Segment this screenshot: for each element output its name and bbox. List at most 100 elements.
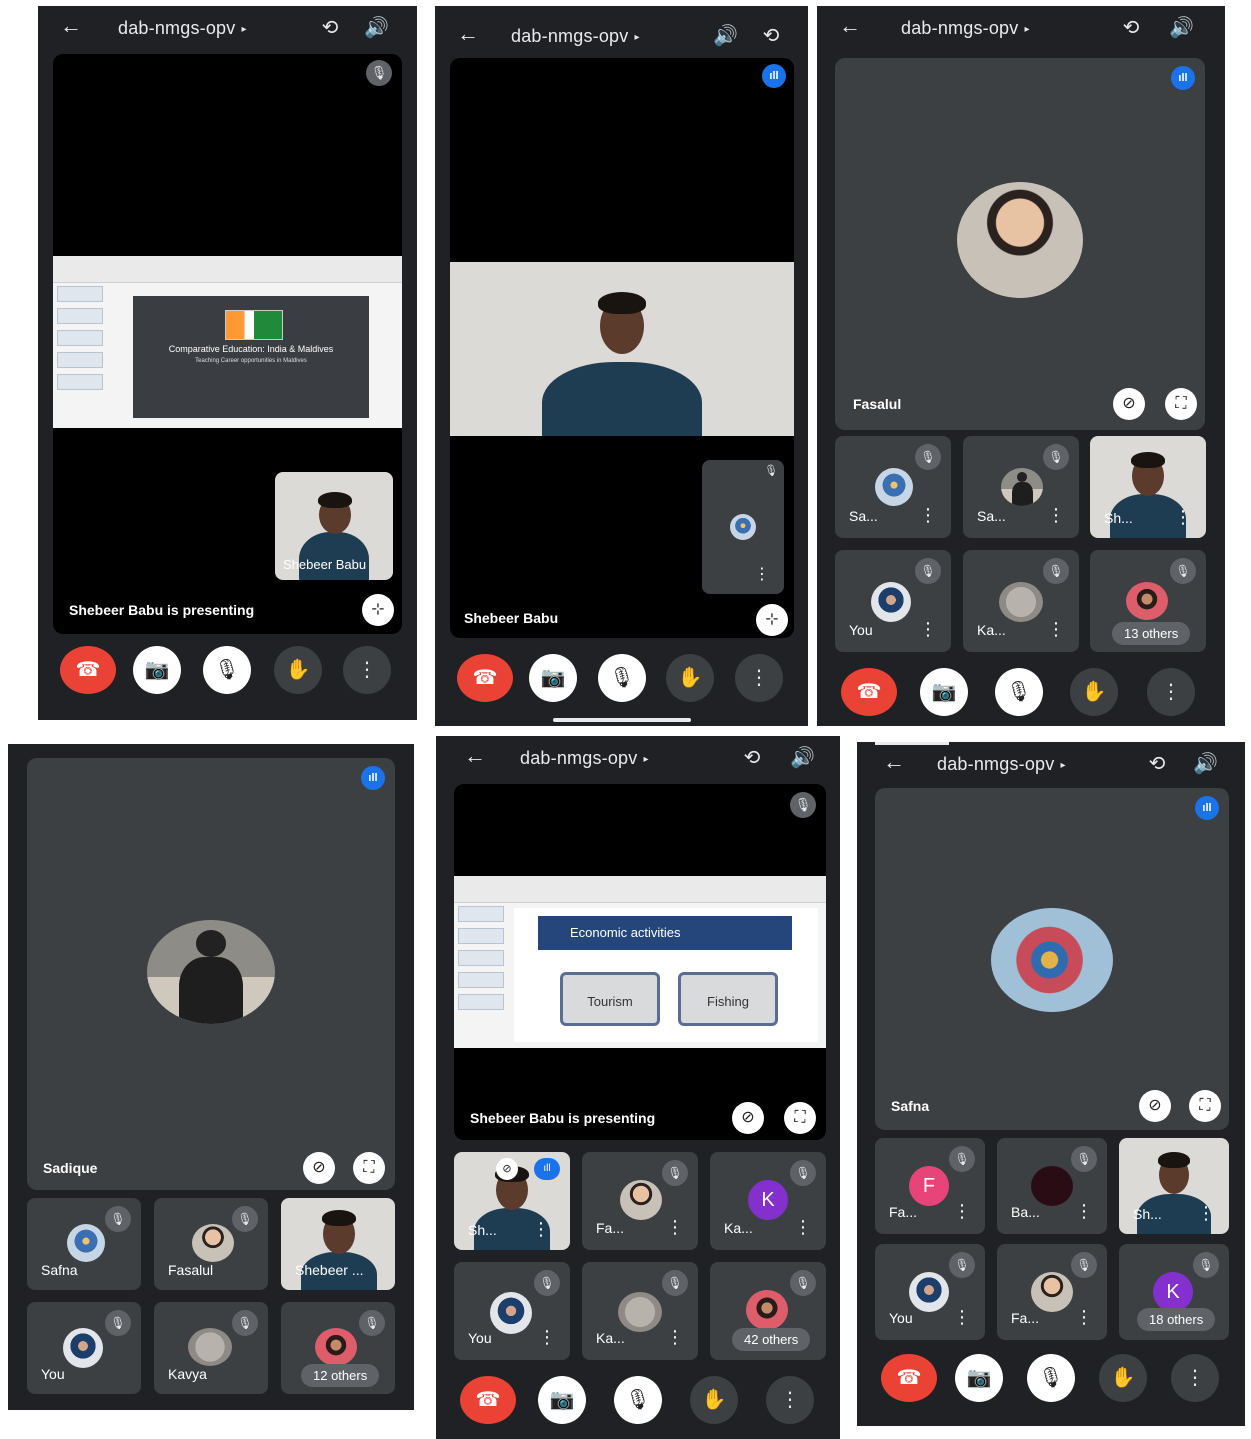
speaker-icon[interactable]: 🔊: [790, 746, 815, 770]
more-options-icon[interactable]: ⋮: [953, 1307, 971, 1328]
fullscreen-icon[interactable]: ⛶: [1165, 388, 1197, 420]
participant-tile[interactable]: 🎙 Sa... ⋮: [835, 436, 951, 538]
camera-off-button[interactable]: 📷: [133, 646, 181, 694]
more-options-icon[interactable]: ⋮: [794, 1217, 812, 1238]
others-tile[interactable]: 🎙 42 others: [710, 1262, 826, 1360]
camera-off-button[interactable]: 📷: [955, 1354, 1003, 1402]
unpin-icon[interactable]: ⊘: [732, 1102, 764, 1134]
more-options-icon[interactable]: ⋮: [538, 1327, 556, 1348]
more-options-icon[interactable]: ⋮: [532, 1219, 550, 1240]
mic-off-button[interactable]: 🎙: [614, 1376, 662, 1424]
more-options-icon[interactable]: ⋮: [1075, 1201, 1093, 1222]
exit-fullscreen-icon[interactable]: ⊹: [756, 604, 788, 636]
pinned-participant-stage[interactable]: ıll Sadique ⊘ ⛶: [27, 758, 395, 1190]
speaker-icon[interactable]: 🔊: [1169, 16, 1194, 40]
unpin-icon[interactable]: ⊘: [303, 1152, 335, 1184]
others-tile[interactable]: 🎙 12 others: [281, 1302, 395, 1394]
switch-camera-icon[interactable]: ⟲: [740, 746, 764, 770]
participant-tile[interactable]: 🎙 K Ka... ⋮: [710, 1152, 826, 1250]
end-call-button[interactable]: ☎: [881, 1354, 937, 1402]
participant-tile[interactable]: 🎙 Kavya: [154, 1302, 268, 1394]
participant-video-tile[interactable]: Sh... ⋮: [1090, 436, 1206, 538]
more-options-icon[interactable]: ⋮: [666, 1327, 684, 1348]
camera-off-button[interactable]: 📷: [529, 654, 577, 702]
back-arrow-icon[interactable]: ←: [464, 744, 486, 768]
more-options-icon[interactable]: ⋮: [919, 505, 937, 526]
fullscreen-icon[interactable]: ⛶: [784, 1102, 816, 1134]
camera-off-button[interactable]: 📷: [538, 1376, 586, 1424]
more-options-button[interactable]: ⋮: [766, 1376, 814, 1424]
switch-camera-icon[interactable]: ⟲: [1145, 752, 1169, 776]
presentation-stage[interactable]: 🎙 Comparative Education: India & Maldive…: [53, 54, 402, 634]
participant-tile[interactable]: 🎙 Ka... ⋮: [963, 550, 1079, 652]
raise-hand-button[interactable]: ✋: [274, 646, 322, 694]
participant-tile-self[interactable]: 🎙 You ⋮: [454, 1262, 570, 1360]
participant-tile-self[interactable]: 🎙 You ⋮: [835, 550, 951, 652]
fullscreen-icon[interactable]: ⛶: [353, 1152, 385, 1184]
end-call-button[interactable]: ☎: [841, 668, 897, 716]
back-arrow-icon[interactable]: ←: [883, 750, 905, 774]
participant-tile[interactable]: 🎙 Sa... ⋮: [963, 436, 1079, 538]
raise-hand-button[interactable]: ✋: [690, 1376, 738, 1424]
meeting-title[interactable]: dab-nmgs-opv ▸: [118, 18, 247, 39]
more-options-icon[interactable]: ⋮: [666, 1217, 684, 1238]
mic-off-button[interactable]: 🎙: [995, 668, 1043, 716]
mic-off-button[interactable]: 🎙: [203, 646, 251, 694]
switch-camera-icon[interactable]: ⟲: [759, 24, 783, 48]
participant-tile-self[interactable]: 🎙 You: [27, 1302, 141, 1394]
speaker-icon[interactable]: 🔊: [364, 16, 389, 40]
more-options-button[interactable]: ⋮: [735, 654, 783, 702]
participant-tile[interactable]: 🎙 Ka... ⋮: [582, 1262, 698, 1360]
mic-off-button[interactable]: 🎙: [598, 654, 646, 702]
unpin-icon[interactable]: ⊘: [1139, 1090, 1171, 1122]
speaker-icon[interactable]: 🔊: [713, 24, 738, 48]
meeting-title[interactable]: dab-nmgs-opv ▸: [511, 26, 640, 47]
mic-off-button[interactable]: 🎙: [1027, 1354, 1075, 1402]
presentation-stage[interactable]: 🎙 Economic activities Tourism Fishing Sh…: [454, 784, 826, 1140]
self-video-tile[interactable]: Shebeer Babu: [275, 472, 393, 580]
participant-video-tile[interactable]: Shebeer ...: [281, 1198, 395, 1290]
end-call-button[interactable]: ☎: [60, 646, 116, 694]
more-options-button[interactable]: ⋮: [1147, 668, 1195, 716]
more-options-icon[interactable]: ⋮: [1197, 1203, 1215, 1224]
unpin-icon[interactable]: ⊘: [1113, 388, 1145, 420]
speaker-icon[interactable]: 🔊: [1193, 752, 1218, 776]
more-options-icon[interactable]: ⋮: [919, 619, 937, 640]
participant-tile[interactable]: 🎙 Fasalul: [154, 1198, 268, 1290]
others-tile[interactable]: 🎙 13 others: [1090, 550, 1206, 652]
participant-video-tile[interactable]: Sh... ⋮: [1119, 1138, 1229, 1234]
self-preview-tile[interactable]: 🎙 ⋮: [702, 460, 784, 594]
switch-camera-icon[interactable]: ⟲: [1119, 16, 1143, 40]
more-options-icon[interactable]: ⋮: [1075, 1307, 1093, 1328]
raise-hand-button[interactable]: ✋: [1099, 1354, 1147, 1402]
back-arrow-icon[interactable]: ←: [60, 14, 82, 38]
unpin-icon[interactable]: ⊘: [496, 1158, 518, 1180]
participant-tile[interactable]: 🎙 Fa... ⋮: [582, 1152, 698, 1250]
raise-hand-button[interactable]: ✋: [666, 654, 714, 702]
fullscreen-icon[interactable]: ⛶: [1189, 1090, 1221, 1122]
pinned-participant-stage[interactable]: ıll Fasalul ⊘ ⛶: [835, 58, 1205, 430]
back-arrow-icon[interactable]: ←: [839, 14, 861, 38]
participant-tile-self[interactable]: 🎙 You ⋮: [875, 1244, 985, 1340]
camera-off-button[interactable]: 📷: [920, 668, 968, 716]
end-call-button[interactable]: ☎: [457, 654, 513, 702]
more-options-icon[interactable]: ⋮: [1047, 505, 1065, 526]
raise-hand-button[interactable]: ✋: [1070, 668, 1118, 716]
more-options-button[interactable]: ⋮: [1171, 1354, 1219, 1402]
switch-camera-icon[interactable]: ⟲: [318, 16, 342, 40]
home-indicator[interactable]: [553, 718, 691, 722]
others-tile[interactable]: 🎙 K 18 others: [1119, 1244, 1229, 1340]
participant-tile[interactable]: 🎙 Safna: [27, 1198, 141, 1290]
participant-tile[interactable]: 🎙 Ba... ⋮: [997, 1138, 1107, 1234]
meeting-title[interactable]: dab-nmgs-opv ▸: [937, 754, 1066, 775]
main-video-stage[interactable]: ıll 🎙 ⋮ Shebeer Babu ⊹: [450, 58, 794, 638]
more-options-icon[interactable]: ⋮: [754, 564, 770, 584]
more-options-icon[interactable]: ⋮: [1174, 507, 1192, 528]
more-options-icon[interactable]: ⋮: [1047, 619, 1065, 640]
more-options-icon[interactable]: ⋮: [953, 1201, 971, 1222]
participant-tile[interactable]: 🎙 Fa... ⋮: [997, 1244, 1107, 1340]
exit-fullscreen-icon[interactable]: ⊹: [362, 594, 394, 626]
more-options-button[interactable]: ⋮: [343, 646, 391, 694]
participant-video-tile[interactable]: ⊘ ıll Sh... ⋮: [454, 1152, 570, 1250]
participant-tile[interactable]: 🎙 F Fa... ⋮: [875, 1138, 985, 1234]
